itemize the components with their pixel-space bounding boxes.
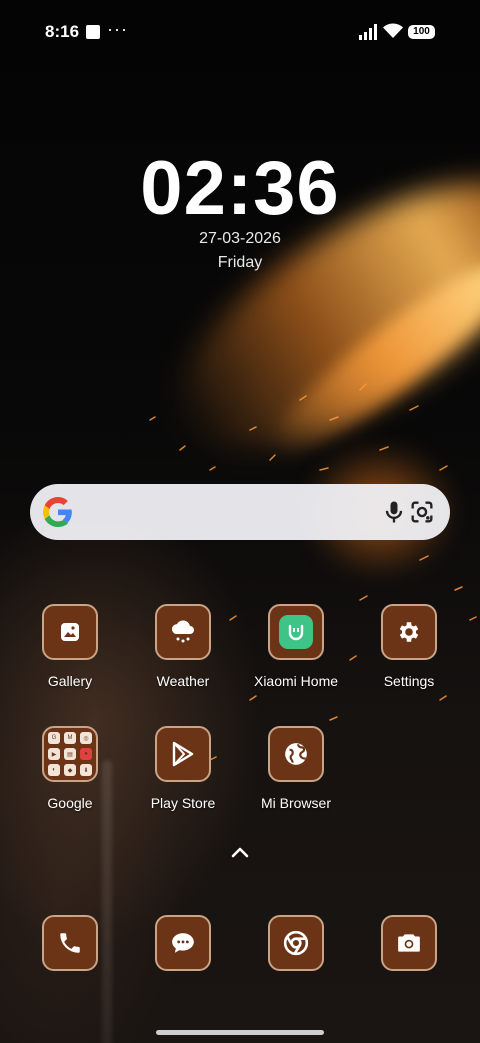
folder-app-icon: ◆ [64,764,76,776]
weather-icon [155,604,211,660]
folder-app-icon: ▤ [64,748,76,760]
chrome-icon [268,915,324,971]
app-label: Weather [156,673,210,689]
clock-time[interactable]: 02:36 [0,145,480,232]
app-play-store[interactable]: Play Store [128,726,238,811]
globe-icon [268,726,324,782]
gallery-icon [42,604,98,660]
folder-icon: G M ◎ ▶ ▤ ● ◐ ◆ ⬇ [42,726,98,782]
dock-chrome[interactable] [241,915,351,971]
status-time: 8:16 [45,22,80,41]
app-settings[interactable]: Settings [354,604,464,689]
camera-icon [381,915,437,971]
folder-app-icon: ◐ [48,764,60,776]
dock-camera[interactable] [354,915,464,971]
google-logo-icon [43,497,72,527]
app-label: Xiaomi Home [253,673,339,689]
app-label: Mi Browser [260,795,331,811]
messages-icon [155,915,211,971]
folder-google[interactable]: G M ◎ ▶ ▤ ● ◐ ◆ ⬇ Google [15,726,125,811]
battery-icon: 100 [408,25,435,39]
dock-messages[interactable] [128,915,238,971]
app-xiaomi-home[interactable]: Xiaomi Home [241,604,351,689]
folder-app-icon: ⬇ [80,764,92,776]
clock-date: 27-03-2026 [199,230,281,247]
app-label: Google [47,795,93,811]
folder-app-icon: ◎ [80,732,92,744]
google-search-bar[interactable] [30,484,450,540]
app-mi-browser[interactable]: Mi Browser [241,726,351,811]
home-indicator[interactable] [156,1030,324,1035]
more-notifications-icon: ··· [107,19,128,39]
app-label: Gallery [47,673,93,689]
xiaomi-home-icon [268,604,324,660]
wifi-icon [383,23,403,38]
phone-icon [42,915,98,971]
folder-app-icon: ▶ [48,748,60,760]
app-gallery[interactable]: Gallery [15,604,125,689]
folder-app-icon: G [48,732,60,744]
gear-icon [381,604,437,660]
folder-app-icon: M [64,732,76,744]
app-weather[interactable]: Weather [128,604,238,689]
dock-phone[interactable] [15,915,125,971]
notification-square-icon [86,25,100,39]
microphone-icon[interactable] [380,498,408,526]
status-bar: 8:16 ··· 100 [0,0,480,64]
google-lens-icon[interactable] [408,498,436,526]
app-label: Settings [383,673,435,689]
folder-app-icon: ● [80,748,92,760]
clock-day: Friday [217,254,263,271]
app-drawer-chevron-up-icon[interactable] [228,842,252,862]
signal-icon [359,24,377,40]
app-label: Play Store [150,795,216,811]
play-store-icon [155,726,211,782]
